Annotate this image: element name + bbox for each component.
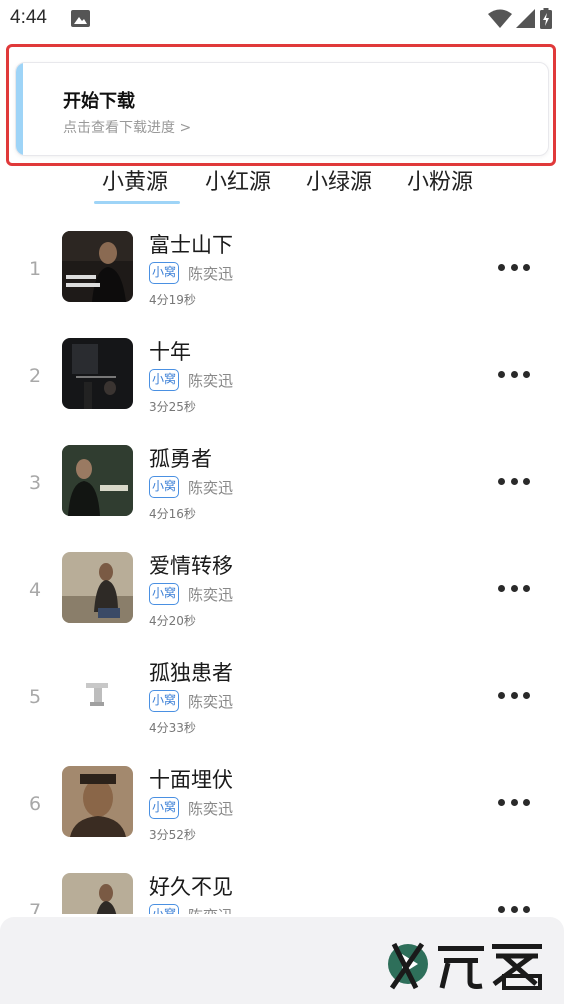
song-title: 十面埋伏 [149, 768, 233, 792]
toast-title: 开始下载 [63, 91, 135, 112]
active-tab-indicator [94, 201, 180, 204]
song-row[interactable]: 3 孤勇者 小窝 陈奕迅 4分16秒 [0, 428, 564, 535]
song-title: 孤独患者 [149, 661, 233, 685]
source-tag-badge: 小窝 [149, 904, 179, 914]
song-title: 富士山下 [149, 233, 233, 257]
source-tag-badge: 小窝 [149, 797, 179, 819]
song-duration: 4分20秒 [149, 614, 196, 628]
tab-green-source[interactable]: 小绿源 [306, 164, 372, 196]
battery-icon [540, 8, 552, 29]
song-duration: 3分25秒 [149, 400, 196, 414]
status-time: 4:44 [10, 7, 47, 28]
status-icons [488, 8, 552, 29]
song-artist: 陈奕迅 [188, 372, 234, 390]
album-cover [62, 873, 133, 914]
wifi-icon [488, 9, 512, 28]
song-artist: 陈奕迅 [188, 265, 234, 283]
source-tag-badge: 小窝 [149, 690, 179, 712]
song-artist: 陈奕迅 [188, 800, 234, 818]
song-rank: 7 [28, 900, 42, 914]
album-cover [62, 766, 133, 837]
song-duration: 4分16秒 [149, 507, 196, 521]
source-tag-badge: 小窝 [149, 476, 179, 498]
more-options-icon[interactable] [498, 899, 530, 914]
song-row[interactable]: 5 孤独患者 小窝 陈奕迅 4分33秒 [0, 642, 564, 749]
song-row[interactable]: 7 好久不见 小窝 陈奕迅 [0, 856, 564, 914]
song-title: 十年 [149, 340, 191, 364]
signal-icon [516, 8, 535, 28]
song-title: 好久不见 [149, 875, 233, 899]
song-rank: 2 [28, 365, 42, 387]
song-list[interactable]: 1 富士山下 小窝 陈奕迅 4分19秒 2 十年 小窝 陈奕迅 3分25秒 3 … [0, 214, 564, 914]
more-options-icon[interactable] [498, 471, 530, 491]
toast-subtitle-link[interactable]: 点击查看下载进度 > [63, 117, 191, 137]
song-rank: 4 [28, 579, 42, 601]
song-artist: 陈奕迅 [188, 586, 234, 604]
song-artist: 陈奕迅 [188, 693, 234, 711]
download-toast[interactable]: 开始下载 点击查看下载进度 > [15, 62, 549, 156]
more-options-icon[interactable] [498, 364, 530, 384]
source-tag-badge: 小窝 [149, 262, 179, 284]
song-row[interactable]: 6 十面埋伏 小窝 陈奕迅 3分52秒 [0, 749, 564, 856]
more-options-icon[interactable] [498, 257, 530, 277]
image-icon [71, 10, 90, 27]
song-row[interactable]: 4 爱情转移 小窝 陈奕迅 4分20秒 [0, 535, 564, 642]
source-tag-badge: 小窝 [149, 369, 179, 391]
song-row[interactable]: 1 富士山下 小窝 陈奕迅 4分19秒 [0, 214, 564, 321]
source-tag-badge: 小窝 [149, 583, 179, 605]
tab-pink-source[interactable]: 小粉源 [407, 164, 473, 196]
song-duration: 4分33秒 [149, 721, 196, 735]
more-options-icon[interactable] [498, 685, 530, 705]
album-cover [62, 445, 133, 516]
song-rank: 6 [28, 793, 42, 815]
source-tabs: 小黄源 小红源 小绿源 小粉源 [84, 160, 504, 206]
toast-accent-bar [16, 63, 23, 155]
status-bar: 4:44 [0, 0, 564, 38]
more-options-icon[interactable] [498, 792, 530, 812]
song-duration: 3分52秒 [149, 828, 196, 842]
more-options-icon[interactable] [498, 578, 530, 598]
song-artist: 陈奕迅 [188, 479, 234, 497]
album-cover [62, 659, 133, 730]
album-cover [62, 231, 133, 302]
song-artist: 陈奕迅 [188, 905, 233, 914]
song-row[interactable]: 2 十年 小窝 陈奕迅 3分25秒 [0, 321, 564, 428]
song-title: 爱情转移 [149, 554, 233, 578]
song-title: 孤勇者 [149, 447, 212, 471]
song-rank: 1 [28, 258, 42, 280]
album-cover [62, 338, 133, 409]
tab-yellow-source[interactable]: 小黄源 [102, 164, 168, 196]
watermark-logo [388, 942, 542, 990]
tab-red-source[interactable]: 小红源 [205, 164, 271, 196]
song-duration: 4分19秒 [149, 293, 196, 307]
song-rank: 5 [28, 686, 42, 708]
song-rank: 3 [28, 472, 42, 494]
album-cover [62, 552, 133, 623]
